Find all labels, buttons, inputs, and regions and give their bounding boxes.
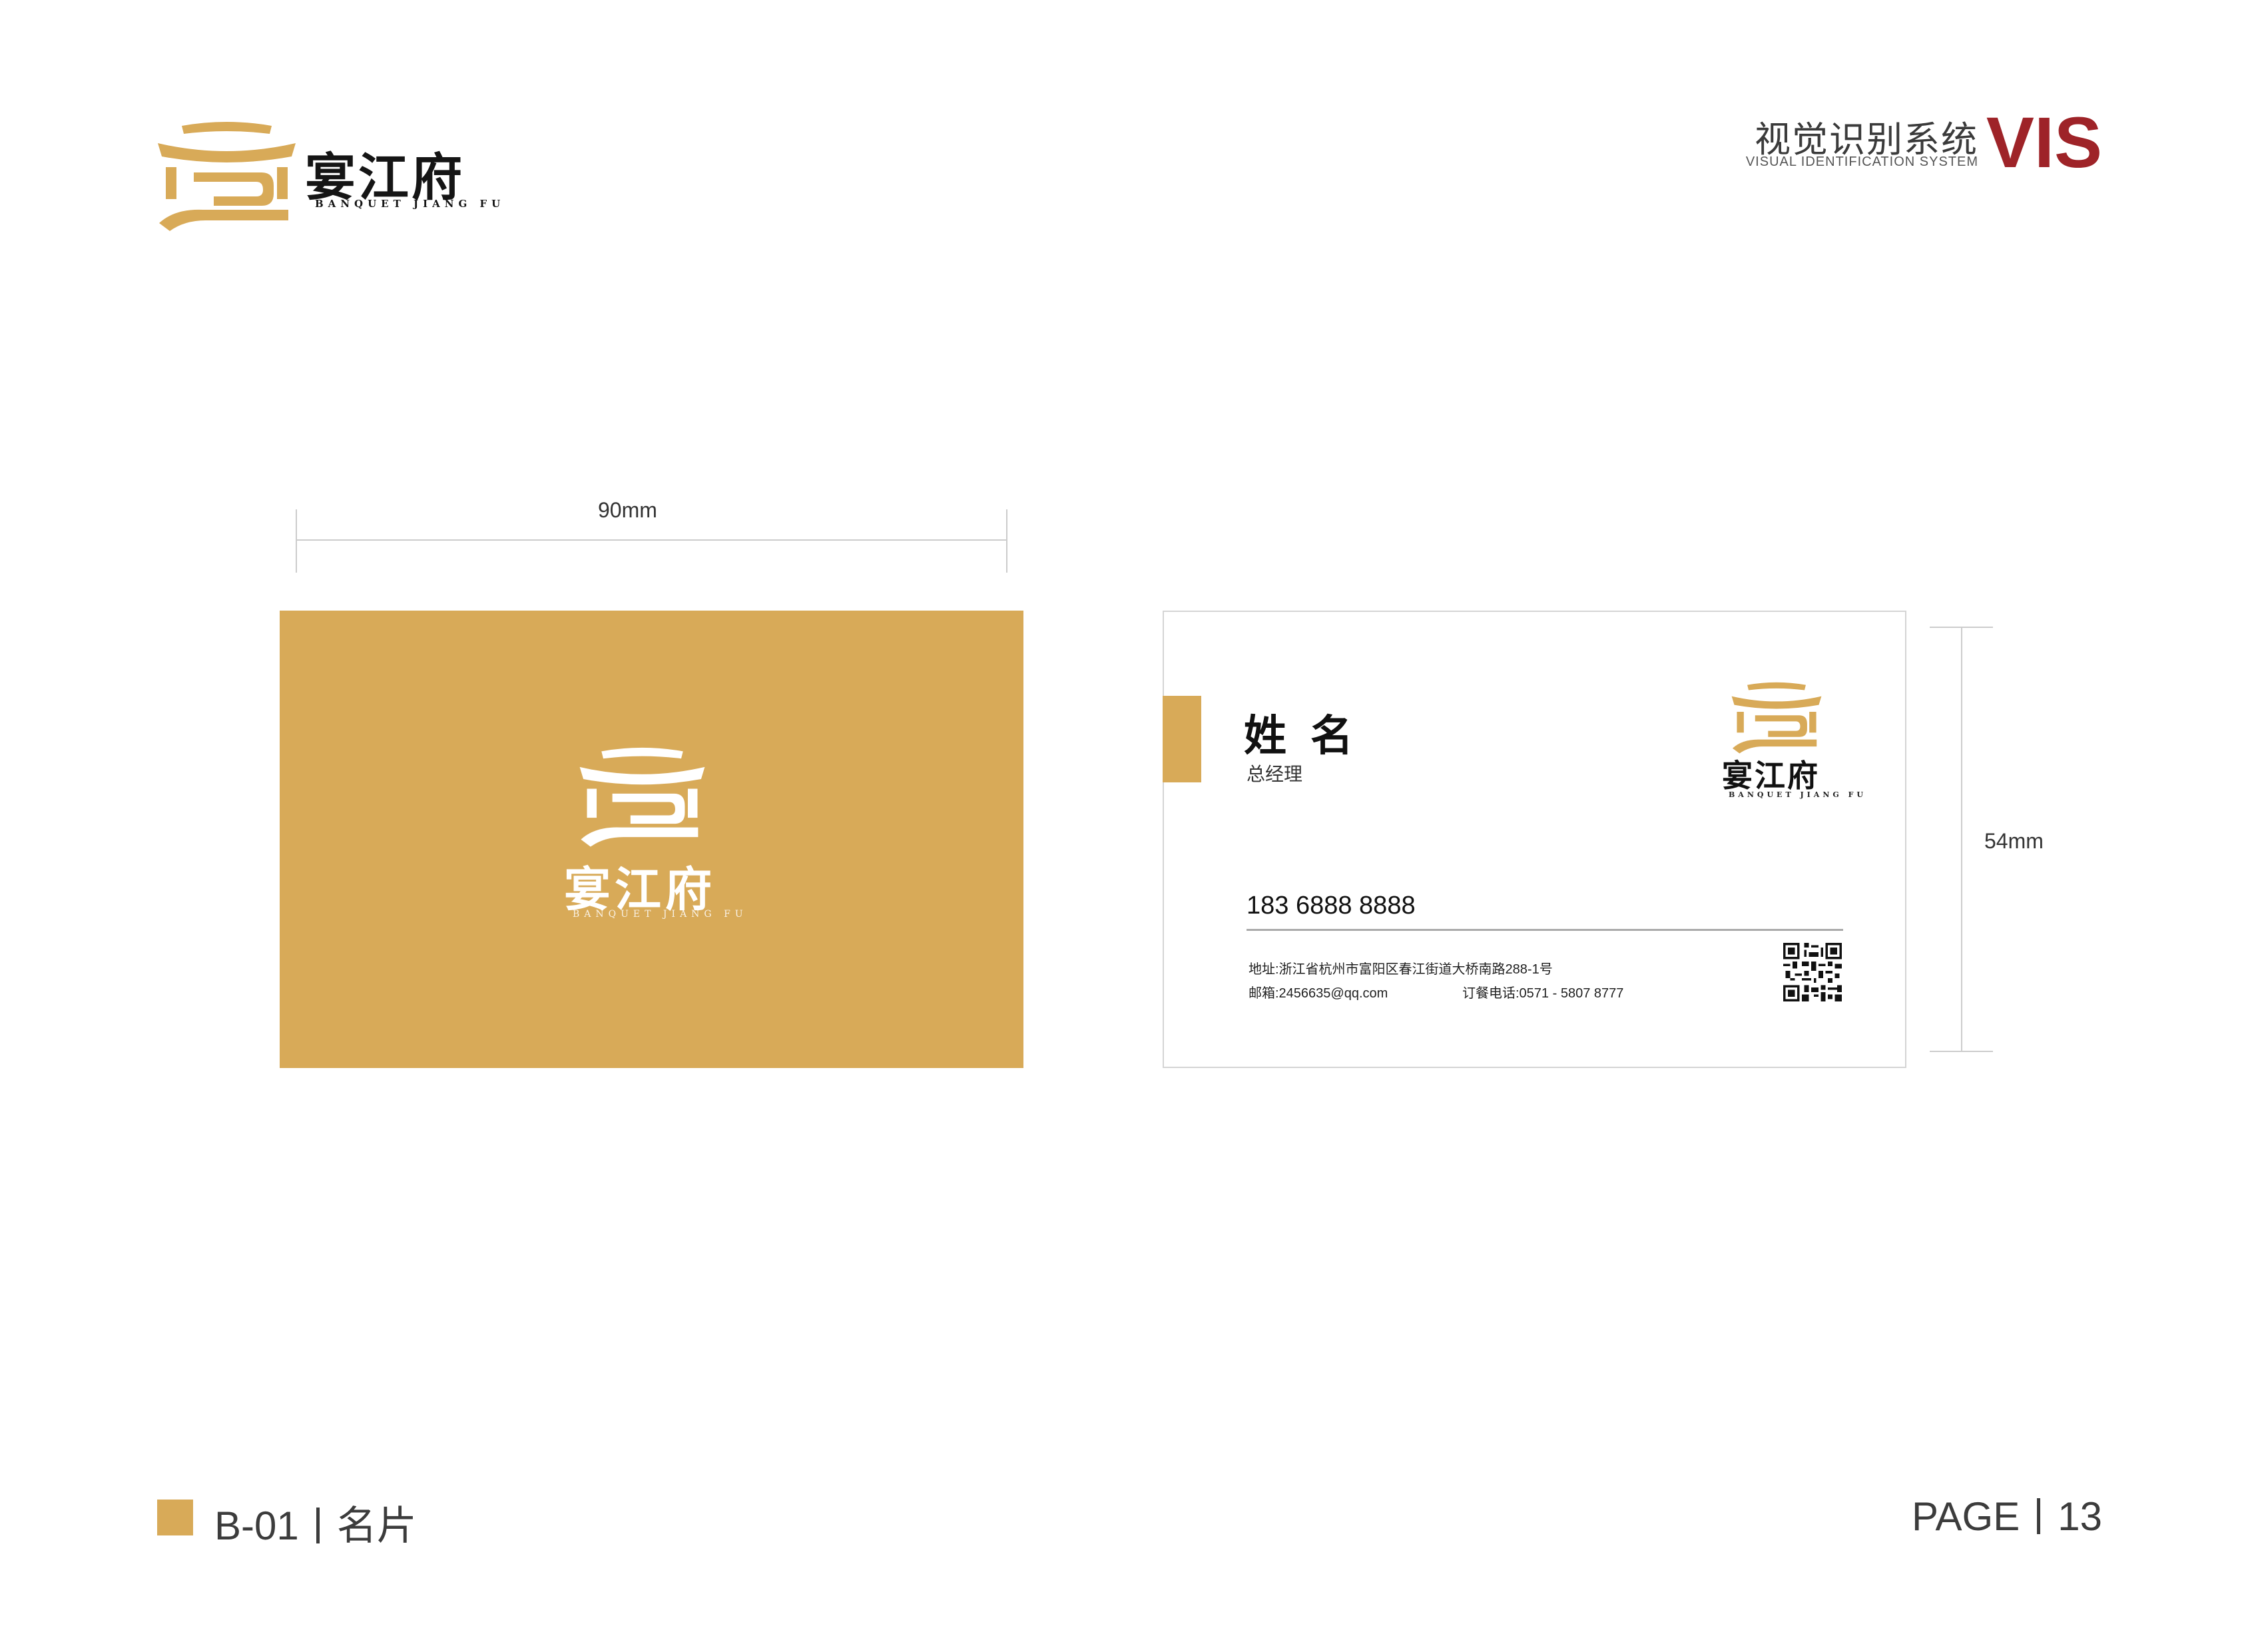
section-name: 名片 xyxy=(336,1504,417,1548)
width-dimension-tick-left xyxy=(296,509,297,573)
footer-square xyxy=(157,1500,193,1535)
front-name-en: BANQUET JIANG FU xyxy=(573,909,748,920)
vis-label: VIS xyxy=(1986,102,2102,182)
business-card-back: 姓名 总经理 宴江府 BANQUET JIANG FU 183 6888 888… xyxy=(1163,611,1906,1068)
header-logo: 宴江府 BANQUET JIANG FU xyxy=(155,117,501,236)
back-name-en: BANQUET JIANG FU xyxy=(1729,790,1867,799)
brand-mark-icon xyxy=(577,742,707,849)
order-phone: 订餐电话:0571 - 5807 8777 xyxy=(1462,986,1624,1001)
footer-section: B-01 名片 xyxy=(214,1494,417,1551)
page-label: PAGE xyxy=(1911,1494,2020,1539)
footer-separator xyxy=(316,1508,320,1543)
section-code: B-01 xyxy=(214,1504,299,1548)
page-indicator: PAGE 13 xyxy=(1912,1494,2102,1539)
brand-mark-icon xyxy=(155,117,298,233)
footer-separator xyxy=(2037,1498,2041,1534)
height-dimension-label: 54mm xyxy=(1984,829,2044,853)
email: 邮箱:2456635@qq.com xyxy=(1249,986,1388,1001)
width-dimension-tick-right xyxy=(1006,509,1007,573)
phone-number: 183 6888 8888 xyxy=(1247,892,1416,920)
vis-title-en: VISUAL IDENTIFICATION SYSTEM xyxy=(1745,154,1978,169)
page-number: 13 xyxy=(2058,1494,2102,1539)
holder-title: 总经理 xyxy=(1247,764,1303,784)
business-card-front: 宴江府 BANQUET JIANG FU xyxy=(280,611,1023,1068)
back-name-cn: 宴江府 xyxy=(1722,758,1820,794)
height-dimension-tick-bottom xyxy=(1930,1051,1993,1052)
brand-mark-icon xyxy=(1730,679,1823,755)
card-accent-bar xyxy=(1163,696,1201,782)
qr-code-icon xyxy=(1783,943,1842,1001)
height-dimension-line xyxy=(1961,627,1962,1051)
holder-name: 姓名 xyxy=(1244,711,1377,761)
height-dimension-tick-top xyxy=(1930,627,1993,628)
logo-name-en: BANQUET JIANG FU xyxy=(315,198,505,210)
address: 地址:浙江省杭州市富阳区春江街道大桥南路288-1号 xyxy=(1249,962,1553,977)
divider xyxy=(1247,929,1843,931)
width-dimension-line xyxy=(296,539,1007,541)
width-dimension-label: 90mm xyxy=(598,498,657,522)
